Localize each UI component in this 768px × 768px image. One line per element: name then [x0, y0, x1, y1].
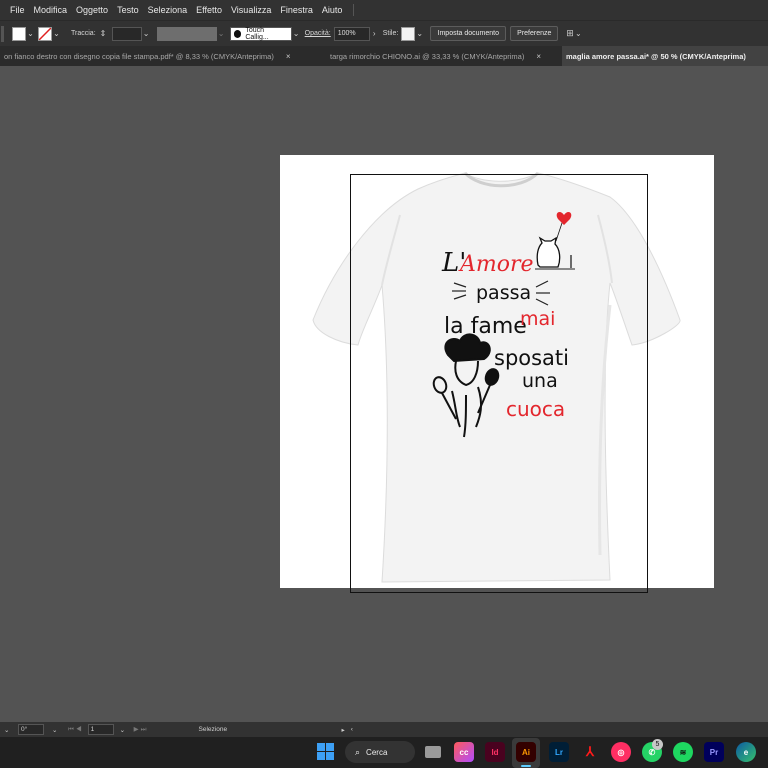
stroke-swatch[interactable]	[38, 26, 52, 41]
search-label: Cerca	[366, 747, 388, 757]
app-icon[interactable]: ◎	[611, 742, 631, 762]
artboard-dropdown-icon[interactable]: ⌄	[120, 726, 130, 734]
search-icon: ⌕	[355, 746, 361, 757]
document-tabs: on fianco destro con disegno copia file …	[0, 46, 768, 66]
arrange-dropdown-icon[interactable]: ⌄	[574, 29, 583, 38]
menu-aiuto[interactable]: Aiuto	[322, 5, 343, 15]
windows-start-icon[interactable]	[317, 743, 334, 760]
control-bar: ⌄ ⌄ Traccia: ⇕ ⌄ ⌄ Touch Callig... ⌄ Opa…	[0, 20, 768, 46]
stroke-weight-field[interactable]	[111, 26, 142, 41]
stroke-dropdown-icon[interactable]: ⌄	[52, 29, 61, 38]
status-menu-arrow-icon[interactable]: ▸	[342, 726, 345, 734]
document-setup-button[interactable]: Imposta documento	[430, 26, 507, 41]
menu-oggetto[interactable]: Oggetto	[76, 5, 108, 15]
stroke-weight-dropdown-icon[interactable]: ⌄	[142, 29, 151, 38]
creative-cloud-icon[interactable]: cc	[454, 742, 474, 762]
style-swatch[interactable]	[401, 26, 416, 41]
tab-label: on fianco destro con disegno copia file …	[4, 51, 274, 61]
no-stroke-icon	[39, 27, 51, 40]
stroke-label: Traccia:	[71, 30, 96, 37]
illustrator-icon[interactable]: Ai	[516, 742, 536, 762]
brush-field[interactable]: Touch Callig...	[229, 26, 292, 41]
current-tool-label: Selezione	[198, 726, 228, 733]
whatsapp-badge: 5	[652, 739, 663, 750]
status-collapse-icon[interactable]: ‹	[351, 726, 353, 733]
status-bar: ⌄ 0° ⌄ ⏮◀ 1 ⌄ ▶⏭ Selezione ▸ ‹	[0, 722, 768, 737]
file-explorer-icon[interactable]	[423, 742, 443, 762]
profile-dropdown-icon[interactable]: ⌄	[217, 29, 226, 38]
fill-dropdown-icon[interactable]: ⌄	[26, 29, 35, 38]
opacity-label[interactable]: Opacità:	[305, 30, 331, 37]
opacity-field[interactable]: 100%	[333, 26, 370, 41]
first-prev-artboard-icon[interactable]: ⏮◀	[68, 726, 84, 734]
tab-document-3[interactable]: maglia amore passa.ai* @ 50 % (CMYK/Ante…	[562, 46, 768, 66]
active-indicator	[521, 765, 531, 767]
artboard-number-field[interactable]: 1	[87, 724, 114, 735]
brush-dot-icon	[233, 29, 242, 38]
brush-dropdown-icon[interactable]: ⌄	[292, 29, 301, 38]
menu-bar: File Modifica Oggetto Testo Seleziona Ef…	[0, 0, 768, 20]
brush-name: Touch Callig...	[245, 26, 269, 41]
menu-seleziona[interactable]: Seleziona	[148, 5, 188, 15]
spotify-icon[interactable]: ≋	[673, 742, 693, 762]
rotation-field[interactable]: 0°	[18, 724, 44, 735]
style-dropdown-icon[interactable]: ⌄	[415, 29, 424, 38]
menu-effetto[interactable]: Effetto	[196, 5, 222, 15]
acrobat-icon[interactable]: ⅄	[580, 742, 600, 762]
premiere-icon[interactable]: Pr	[704, 742, 724, 762]
panel-grip[interactable]	[1, 25, 4, 42]
indesign-icon[interactable]: Id	[485, 742, 505, 762]
tab-document-2[interactable]: targa rimorchio CHIONO.ai @ 33,33 % (CMY…	[322, 46, 562, 66]
tab-document-1[interactable]: on fianco destro con disegno copia file …	[0, 46, 322, 66]
menu-modifica[interactable]: Modifica	[34, 5, 68, 15]
rotation-dropdown-icon[interactable]: ⌄	[52, 726, 62, 734]
menu-file[interactable]: File	[10, 5, 25, 15]
tab-label: targa rimorchio CHIONO.ai @ 33,33 % (CMY…	[330, 51, 525, 61]
menu-visualizza[interactable]: Visualizza	[231, 5, 271, 15]
tab-label: maglia amore passa.ai* @ 50 % (CMYK/Ante…	[566, 51, 746, 61]
menu-finestra[interactable]: Finestra	[280, 5, 313, 15]
preferences-button[interactable]: Preferenze	[510, 26, 559, 41]
variable-width-profile[interactable]	[156, 26, 217, 41]
lightroom-icon[interactable]: Lr	[549, 742, 569, 762]
stroke-stepper[interactable]: ⇕	[100, 29, 110, 38]
fill-swatch[interactable]	[12, 26, 26, 41]
opacity-arrow-icon[interactable]: ›	[370, 29, 379, 38]
next-last-artboard-icon[interactable]: ▶⏭	[134, 725, 149, 734]
menu-testo[interactable]: Testo	[117, 5, 139, 15]
style-label: Stile:	[382, 30, 399, 37]
close-icon[interactable]: ×	[536, 52, 541, 61]
taskbar-search[interactable]: ⌕ Cerca	[345, 741, 415, 763]
menu-separator	[353, 4, 355, 16]
close-icon[interactable]: ×	[286, 52, 291, 61]
arrange-documents-icon[interactable]: ⊞	[566, 28, 574, 39]
edge-icon[interactable]: e	[736, 742, 756, 762]
zoom-dropdown-icon[interactable]: ⌄	[4, 726, 14, 734]
artboard-boundary	[350, 174, 648, 593]
